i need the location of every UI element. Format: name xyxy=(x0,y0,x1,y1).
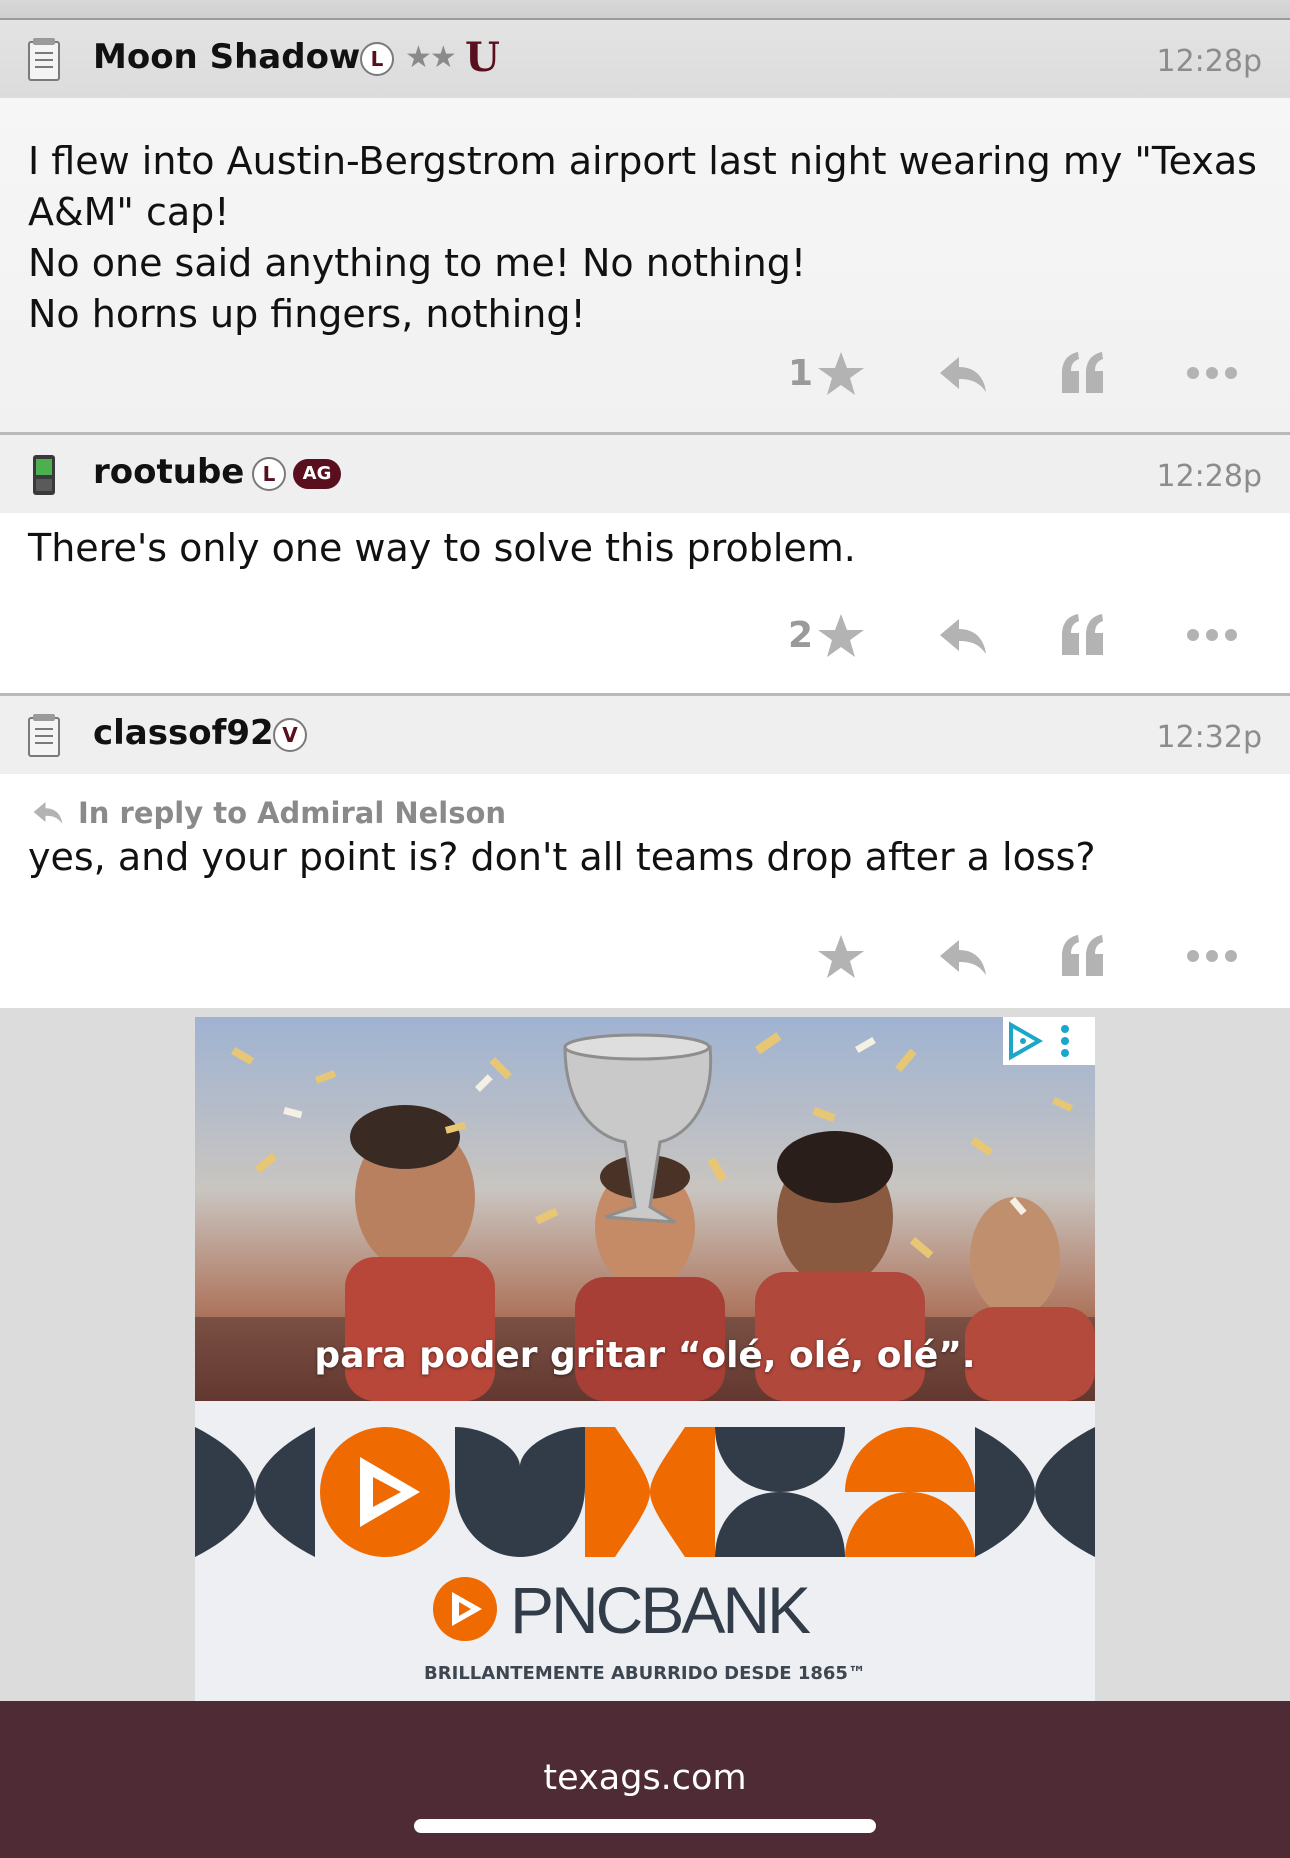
ellipsis-icon xyxy=(1187,629,1237,641)
reply-icon xyxy=(33,802,63,824)
notepad-icon xyxy=(28,714,60,757)
post-line: No horns up fingers, nothing! xyxy=(28,292,586,336)
browser-bottom-bar: texags.com xyxy=(0,1701,1290,1858)
post-actions: 2 xyxy=(0,605,1290,665)
rank-stars: ★★ xyxy=(405,40,457,75)
pnc-logo: PNCBANK xyxy=(195,1572,1095,1652)
star-count: 2 xyxy=(788,615,814,656)
brand-pattern xyxy=(195,1427,1095,1557)
reply-to-link[interactable]: In reply to Admiral Nelson xyxy=(28,796,506,830)
reply-to-text: In reply to Admiral Nelson xyxy=(78,796,507,830)
more-button[interactable] xyxy=(1186,349,1238,397)
post-time: 12:28p xyxy=(1156,459,1263,494)
ad-photo: para poder gritar “olé, olé, olé”. xyxy=(195,1017,1095,1401)
reply-button[interactable] xyxy=(937,611,989,659)
quote-button[interactable] xyxy=(1058,349,1110,397)
pnc-logo-icon xyxy=(433,1577,497,1641)
reply-button[interactable] xyxy=(937,349,989,397)
username[interactable]: Moon Shadow xyxy=(93,37,360,77)
star-button[interactable] xyxy=(815,932,867,980)
post: classof92 V 12:32p In reply to Admiral N… xyxy=(0,696,1290,1008)
ellipsis-icon xyxy=(1187,950,1237,962)
ad-tagline: BRILLANTEMENTE ABURRIDO DESDE 1865™ xyxy=(424,1663,866,1684)
ad-area: para poder gritar “olé, olé, olé”. PNCBA… xyxy=(0,1008,1290,1701)
username[interactable]: rootube xyxy=(93,452,244,492)
level-badge: L xyxy=(252,457,286,491)
ad-banner[interactable]: para poder gritar “olé, olé, olé”. PNCBA… xyxy=(195,1017,1095,1701)
post-line: I flew into Austin-Bergstrom airport las… xyxy=(28,139,1257,183)
quote-icon xyxy=(1062,614,1103,655)
home-indicator[interactable] xyxy=(414,1819,876,1833)
post: Moon Shadow L ★★ U 12:28p I flew into Au… xyxy=(0,20,1290,432)
post-line: No one said anything to me! No nothing! xyxy=(28,241,807,285)
quote-icon xyxy=(1062,352,1103,393)
reply-icon xyxy=(940,940,986,975)
star-icon xyxy=(818,614,864,657)
post-actions xyxy=(0,926,1290,986)
ag-badge: AG xyxy=(293,459,341,489)
post-actions: 1 xyxy=(0,343,1290,403)
star-button[interactable] xyxy=(815,349,867,397)
star-icon xyxy=(818,935,864,978)
post-time: 12:28p xyxy=(1156,44,1263,79)
more-button[interactable] xyxy=(1186,932,1238,980)
quote-icon xyxy=(1062,935,1103,976)
post-header: rootube L AG 12:28p xyxy=(0,435,1290,513)
top-strip xyxy=(0,0,1290,20)
post-text: There's only one way to solve this probl… xyxy=(28,523,856,574)
ellipsis-icon xyxy=(1187,367,1237,379)
reply-icon xyxy=(940,357,986,392)
adchoices-icon xyxy=(1009,1021,1069,1061)
more-button[interactable] xyxy=(1186,611,1238,659)
post-header: Moon Shadow L ★★ U 12:28p xyxy=(0,20,1290,98)
address-url[interactable]: texags.com xyxy=(0,1758,1290,1798)
pnc-wordmark: PNCBANK xyxy=(510,1573,811,1647)
post-time: 12:32p xyxy=(1156,720,1263,755)
post-line: There's only one way to solve this probl… xyxy=(28,526,856,570)
phone-icon xyxy=(33,455,55,495)
post-line: A&M" cap! xyxy=(28,190,230,234)
reply-icon xyxy=(940,619,986,654)
ad-caption: para poder gritar “olé, olé, olé”. xyxy=(314,1335,976,1376)
username[interactable]: classof92 xyxy=(93,713,274,753)
post-text: yes, and your point is? don't all teams … xyxy=(28,832,1096,883)
reply-button[interactable] xyxy=(937,932,989,980)
notepad-icon xyxy=(28,38,60,81)
verified-badge: V xyxy=(273,718,307,752)
post-header: classof92 V 12:32p xyxy=(0,696,1290,774)
star-count: 1 xyxy=(788,353,814,394)
post-text: I flew into Austin-Bergstrom airport las… xyxy=(28,136,1257,340)
ad-choices[interactable] xyxy=(1003,1017,1095,1065)
quote-button[interactable] xyxy=(1058,932,1110,980)
post: rootube L AG 12:28p There's only one way… xyxy=(0,435,1290,693)
quote-button[interactable] xyxy=(1058,611,1110,659)
level-badge: L xyxy=(360,42,394,76)
star-icon xyxy=(818,352,864,395)
team-badge: U xyxy=(465,34,500,81)
star-button[interactable] xyxy=(815,611,867,659)
post-line: yes, and your point is? don't all teams … xyxy=(28,835,1096,879)
